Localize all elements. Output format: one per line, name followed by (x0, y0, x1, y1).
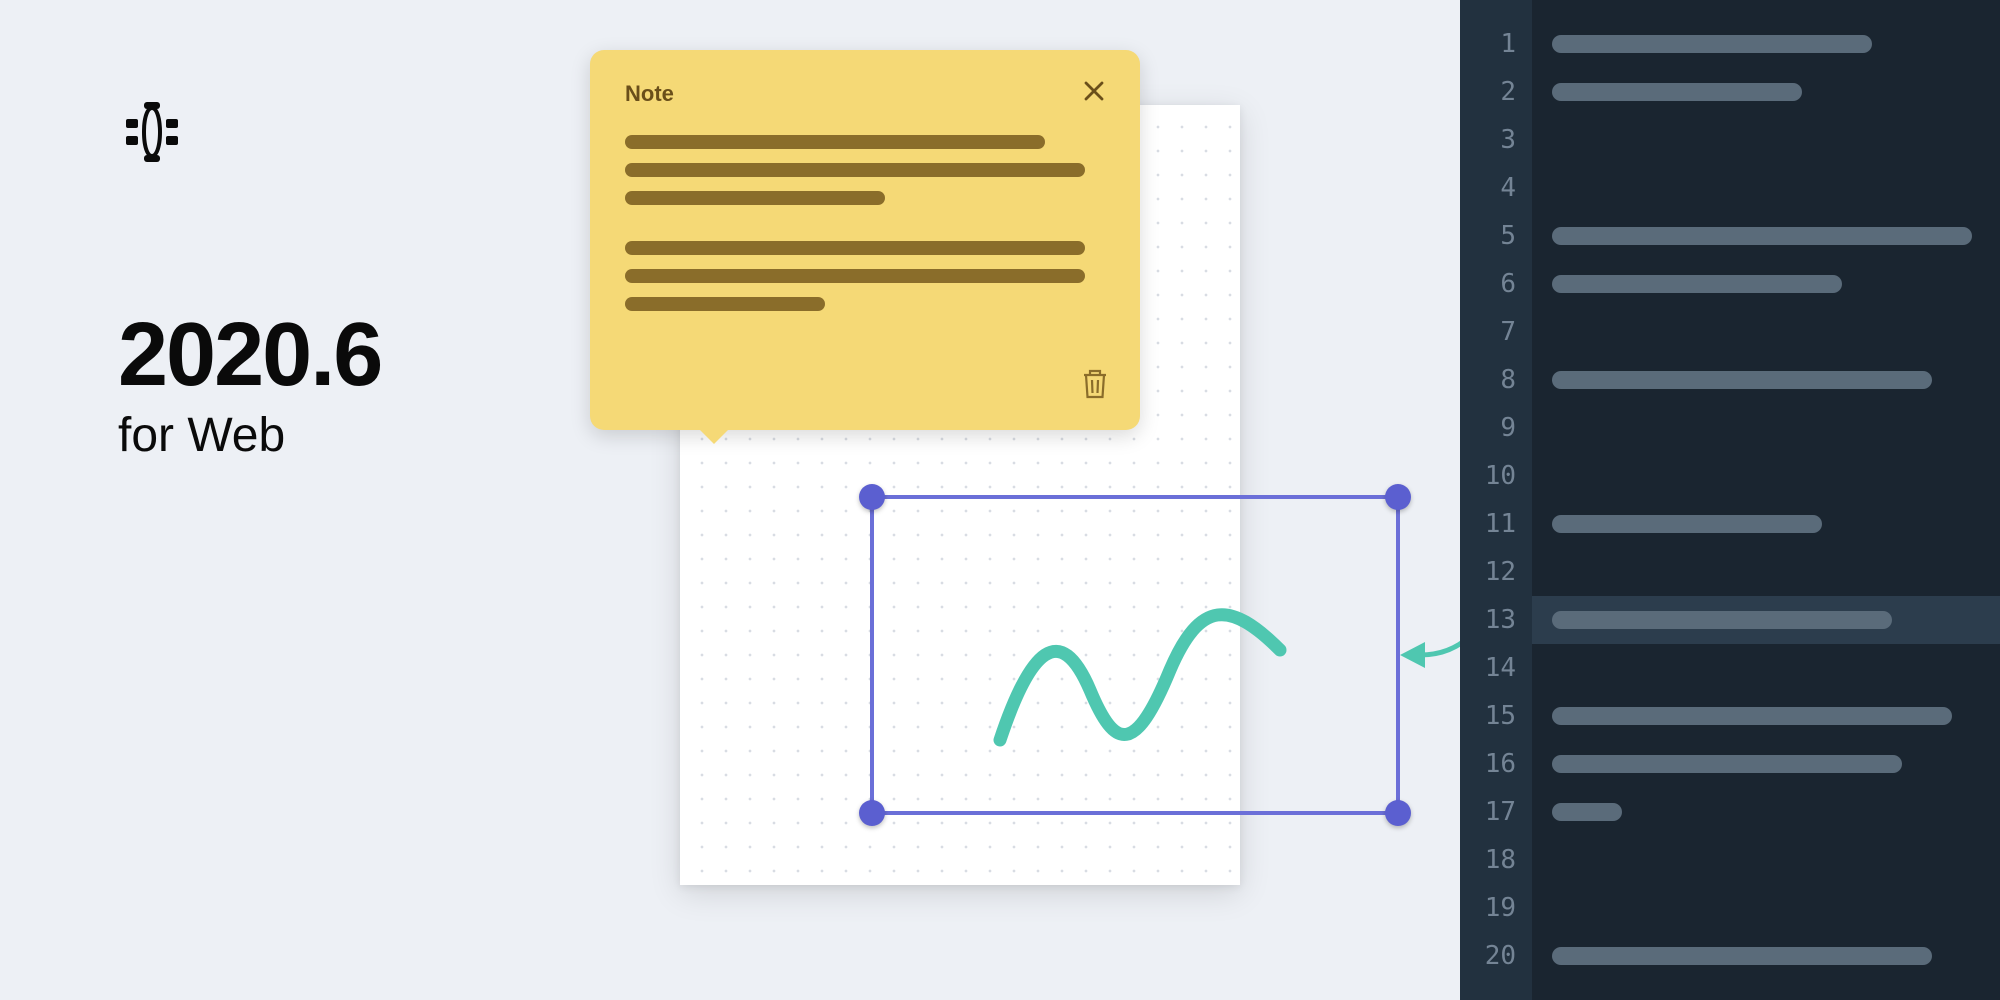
note-text-line (625, 163, 1085, 177)
outline-row[interactable] (1552, 20, 2000, 68)
line-number: 9 (1460, 404, 1532, 452)
outline-text-bar (1552, 371, 1932, 389)
outline-row[interactable] (1552, 740, 2000, 788)
note-text-line (625, 135, 1045, 149)
line-number: 18 (1460, 836, 1532, 884)
close-icon[interactable] (1083, 80, 1105, 107)
outline-panel: 1234567891011121314151617181920 (1460, 0, 2000, 1000)
line-number: 6 (1460, 260, 1532, 308)
line-number: 10 (1460, 452, 1532, 500)
outline-text-bar (1552, 227, 1972, 245)
line-number: 20 (1460, 932, 1532, 980)
outline-row[interactable] (1552, 788, 2000, 836)
line-number: 16 (1460, 740, 1532, 788)
outline-text-bar (1552, 947, 1932, 965)
version-block: 2020.6 for Web (118, 310, 381, 463)
line-number: 5 (1460, 212, 1532, 260)
line-number: 8 (1460, 356, 1532, 404)
version-number: 2020.6 (118, 310, 381, 400)
outline-row[interactable] (1552, 116, 2000, 164)
resize-handle-tr[interactable] (1385, 484, 1411, 510)
line-number: 12 (1460, 548, 1532, 596)
resize-handle-bl[interactable] (859, 800, 885, 826)
ink-annotation[interactable] (970, 570, 1310, 775)
outline-row[interactable] (1552, 692, 2000, 740)
outline-text-bar (1552, 803, 1622, 821)
outline-text-bar (1552, 275, 1842, 293)
outline-content[interactable] (1532, 0, 2000, 1000)
outline-row[interactable] (1532, 596, 2000, 644)
note-text-line (625, 297, 825, 311)
outline-row[interactable] (1552, 404, 2000, 452)
outline-text-bar (1552, 707, 1952, 725)
outline-text-bar (1552, 755, 1902, 773)
outline-row[interactable] (1552, 68, 2000, 116)
trash-icon[interactable] (1080, 367, 1110, 406)
version-subtitle: for Web (118, 408, 381, 463)
line-number: 11 (1460, 500, 1532, 548)
note-text-line (625, 219, 1105, 241)
outline-text-bar (1552, 35, 1872, 53)
line-number: 13 (1460, 596, 1532, 644)
line-number: 4 (1460, 164, 1532, 212)
outline-row[interactable] (1552, 308, 2000, 356)
outline-row[interactable] (1552, 644, 2000, 692)
outline-row[interactable] (1552, 452, 2000, 500)
outline-text-bar (1552, 611, 1892, 629)
outline-row[interactable] (1552, 356, 2000, 404)
outline-row[interactable] (1552, 260, 2000, 308)
outline-row[interactable] (1552, 500, 2000, 548)
outline-row[interactable] (1552, 884, 2000, 932)
line-number: 19 (1460, 884, 1532, 932)
note-text-line (625, 269, 1085, 283)
note-popup[interactable]: Note (590, 50, 1140, 430)
outline-row[interactable] (1552, 836, 2000, 884)
outline-text-bar (1552, 515, 1822, 533)
line-number: 14 (1460, 644, 1532, 692)
resize-handle-br[interactable] (1385, 800, 1411, 826)
outline-row[interactable] (1552, 164, 2000, 212)
outline-row[interactable] (1552, 548, 2000, 596)
line-number: 15 (1460, 692, 1532, 740)
note-text-line (625, 191, 885, 205)
outline-row[interactable] (1552, 212, 2000, 260)
line-number-gutter: 1234567891011121314151617181920 (1460, 0, 1532, 1000)
note-title: Note (625, 81, 674, 107)
line-number: 17 (1460, 788, 1532, 836)
line-number: 7 (1460, 308, 1532, 356)
outline-text-bar (1552, 83, 1802, 101)
resize-handle-tl[interactable] (859, 484, 885, 510)
line-number: 3 (1460, 116, 1532, 164)
note-text-line (625, 241, 1085, 255)
outline-row[interactable] (1552, 932, 2000, 980)
line-number: 2 (1460, 68, 1532, 116)
globe-icon (120, 100, 184, 169)
note-body (625, 135, 1105, 311)
line-number: 1 (1460, 20, 1532, 68)
